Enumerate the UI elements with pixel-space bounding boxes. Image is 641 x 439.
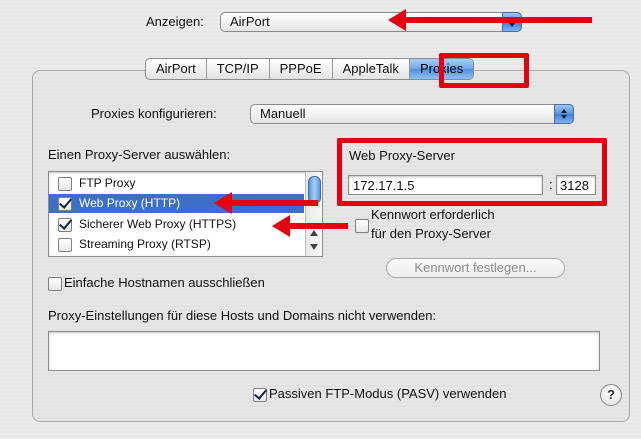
scroll-down-icon[interactable] xyxy=(310,244,318,250)
checkbox[interactable] xyxy=(58,177,72,191)
checkbox[interactable] xyxy=(58,218,72,232)
set-password-button[interactable]: Kennwort festlegen... xyxy=(386,258,565,278)
show-label: Anzeigen: xyxy=(146,14,204,29)
list-item-label: Sicherer Web Proxy (HTTPS) xyxy=(79,217,237,231)
show-popup-value: AirPort xyxy=(230,14,270,29)
checkbox[interactable] xyxy=(58,197,72,211)
configure-popup-value: Manuell xyxy=(260,106,306,121)
list-item[interactable]: Sicherer Web Proxy (HTTPS) xyxy=(49,215,304,234)
password-required-checkbox[interactable] xyxy=(355,219,369,233)
popup-arrows-icon xyxy=(554,104,574,124)
passive-ftp-label: Passiven FTP-Modus (PASV) verwenden xyxy=(269,386,507,401)
highlight-web-proxy-server xyxy=(337,138,607,206)
list-item[interactable]: Streaming Proxy (RTSP) xyxy=(49,235,304,254)
proxy-list[interactable]: FTP Proxy Web Proxy (HTTP) Sicherer Web … xyxy=(48,171,323,257)
proxy-select-label: Einen Proxy-Server auswählen: xyxy=(48,147,231,162)
checkbox[interactable] xyxy=(58,238,72,252)
exclude-simple-hostnames-checkbox[interactable] xyxy=(48,277,62,291)
list-item[interactable]: FTP Proxy xyxy=(49,174,304,193)
tab-airport[interactable]: AirPort xyxy=(146,59,206,79)
password-required-label-1: Kennwort erforderlich xyxy=(371,207,495,222)
tab-pppoe[interactable]: PPPoE xyxy=(268,59,332,79)
password-required-label-2: für den Proxy-Server xyxy=(371,226,491,241)
list-item-label: FTP Proxy xyxy=(79,176,136,190)
exclude-simple-hostnames-label: Einfache Hostnamen ausschließen xyxy=(64,275,265,290)
configure-popup[interactable]: Manuell xyxy=(250,104,574,124)
list-item-label: Streaming Proxy (RTSP) xyxy=(79,237,211,251)
bypass-label: Proxy-Einstellungen für diese Hosts und … xyxy=(48,308,437,323)
scroll-up-icon[interactable] xyxy=(310,230,318,236)
annotation-arrow-icon xyxy=(214,192,318,214)
annotation-arrow-icon xyxy=(388,9,592,31)
help-icon[interactable]: ? xyxy=(600,384,622,406)
configure-label: Proxies konfigurieren: xyxy=(91,106,217,121)
highlight-proxies-tab xyxy=(439,53,529,88)
bypass-hosts-field[interactable] xyxy=(48,331,600,371)
annotation-arrow-icon xyxy=(272,215,348,237)
tab-tcpip[interactable]: TCP/IP xyxy=(205,59,269,79)
tab-bar: AirPort TCP/IP PPPoE AppleTalk Proxies xyxy=(145,58,475,80)
list-scrollbar[interactable] xyxy=(305,172,322,256)
tab-appletalk[interactable]: AppleTalk xyxy=(331,59,409,79)
passive-ftp-checkbox[interactable] xyxy=(253,388,267,402)
list-item-label: Web Proxy (HTTP) xyxy=(79,196,181,210)
